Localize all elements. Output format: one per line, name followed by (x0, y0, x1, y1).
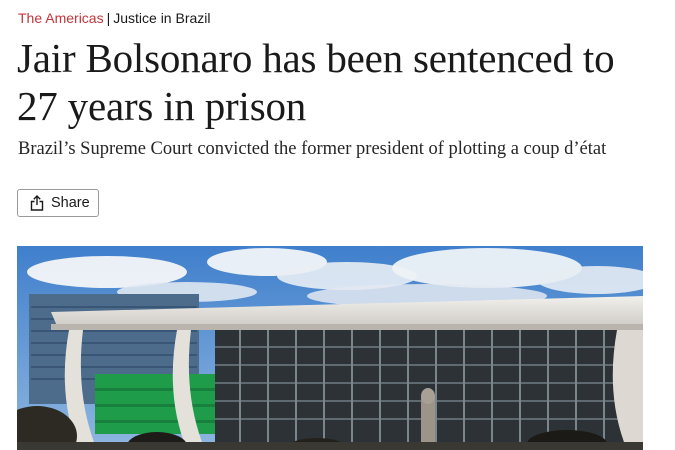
article-standfirst: Brazil’s Supreme Court convicted the for… (18, 139, 607, 159)
breadcrumb: The Americas | Justice in Brazil (18, 9, 211, 27)
share-button-label: Share (51, 195, 90, 211)
breadcrumb-separator: | (106, 10, 111, 26)
share-icon (30, 195, 44, 211)
article-headline: Jair Bolsonaro has been sentenced to 27 … (17, 35, 615, 129)
breadcrumb-subsection-link[interactable]: Justice in Brazil (113, 10, 210, 26)
share-button[interactable]: Share (17, 189, 99, 217)
breadcrumb-section-link[interactable]: The Americas (18, 10, 104, 26)
supreme-court-building-photo (17, 246, 643, 450)
